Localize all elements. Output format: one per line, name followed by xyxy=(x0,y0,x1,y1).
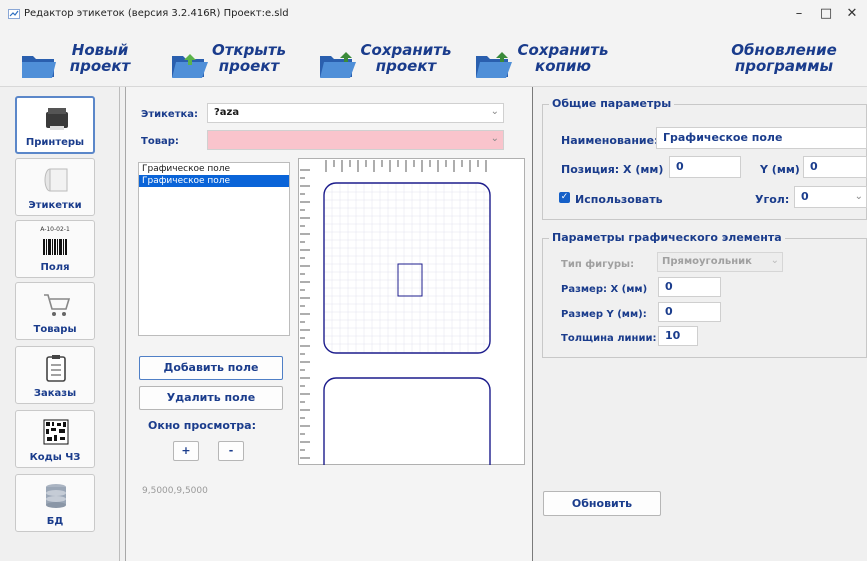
nav-fields-label: Поля xyxy=(40,262,70,273)
clipboard-icon xyxy=(46,355,66,382)
barcode-caption: A-10-02-1 xyxy=(40,226,70,233)
folder-open-icon xyxy=(172,54,208,78)
name-input[interactable]: Графическое поле xyxy=(656,127,867,149)
use-caption: Использовать xyxy=(575,193,663,206)
save-project-line1: Сохранить xyxy=(360,41,452,59)
pos-x-caption: Позиция: X (мм) xyxy=(561,163,664,176)
new-project-button[interactable]: Новый проект xyxy=(20,38,140,82)
zoom-out-button[interactable]: - xyxy=(218,441,244,461)
shape-caption: Тип фигуры: xyxy=(561,259,635,270)
list-item-selected[interactable]: Графическое поле xyxy=(139,175,289,187)
angle-value: 0 xyxy=(801,190,809,203)
nav-database[interactable]: БД xyxy=(15,474,95,532)
open-project-button[interactable]: Открыть проект xyxy=(170,38,295,82)
label-select-value: ?aza xyxy=(214,107,240,118)
nav-orders-label: Заказы xyxy=(33,388,77,399)
database-icon xyxy=(46,484,66,508)
add-field-button[interactable]: Добавить поле xyxy=(139,356,283,380)
size-x-caption: Размер: X (мм) xyxy=(561,284,648,295)
label-roll-icon xyxy=(44,168,68,192)
nav-codes-label: Коды ЧЗ xyxy=(29,452,81,463)
nav-orders[interactable]: Заказы xyxy=(15,346,95,404)
zoom-in-button[interactable]: + xyxy=(173,441,199,461)
product-select[interactable]: ⌄ xyxy=(207,130,504,150)
cursor-coords: 9,5000,9,5000 xyxy=(142,486,208,496)
open-project-line2: проект xyxy=(218,57,280,75)
save-copy-line2: копию xyxy=(535,57,591,75)
size-y-input[interactable]: 0 xyxy=(658,302,721,322)
field-list[interactable]: Графическое поле Графическое поле xyxy=(138,162,290,336)
save-copy-button[interactable]: Сохранить копию xyxy=(474,38,619,82)
barcode-icon xyxy=(43,239,67,255)
save-project-button[interactable]: Сохранить проект xyxy=(318,38,458,82)
chevron-down-icon: ⌄ xyxy=(490,106,499,117)
name-caption: Наименование: xyxy=(561,134,659,147)
open-project-line1: Открыть xyxy=(211,41,287,59)
nav-labels-label: Этикетки xyxy=(28,200,82,211)
nav-labels[interactable]: Этикетки xyxy=(15,158,95,216)
folder-copy-icon xyxy=(476,52,512,78)
save-copy-line1: Сохранить xyxy=(517,41,609,59)
new-project-line1: Новый xyxy=(71,41,129,59)
label-preview-canvas[interactable] xyxy=(298,158,525,465)
minimize-button[interactable]: – xyxy=(788,4,810,24)
nav-products-label: Товары xyxy=(33,324,77,335)
chevron-down-icon: ⌄ xyxy=(490,133,499,144)
pos-y-caption: Y (мм) xyxy=(760,163,800,176)
nav-products[interactable]: Товары xyxy=(15,282,95,340)
maximize-button[interactable]: □ xyxy=(815,4,837,24)
remove-field-button[interactable]: Удалить поле xyxy=(139,386,283,410)
nav-database-label: БД xyxy=(46,516,64,527)
list-item[interactable]: Графическое поле xyxy=(139,163,289,175)
graphic-params-title: Параметры графического элемента xyxy=(549,231,785,244)
line-width-caption: Толщина линии: xyxy=(561,333,657,344)
nav-fields[interactable]: A-10-02-1 Поля xyxy=(15,220,95,278)
chevron-down-icon: ⌄ xyxy=(770,255,779,266)
save-project-line2: проект xyxy=(375,57,437,75)
window-title: Редактор этикеток (версия 3.2.416R) Прое… xyxy=(24,8,289,19)
printer-icon xyxy=(46,108,68,130)
datamatrix-icon xyxy=(43,419,69,445)
refresh-button[interactable]: Обновить xyxy=(543,491,661,516)
preview-caption: Окно просмотра: xyxy=(148,419,256,432)
line-width-input[interactable]: 10 xyxy=(658,326,698,346)
new-project-line2: проект xyxy=(69,57,131,75)
title-bar: Редактор этикеток (версия 3.2.416R) Прое… xyxy=(0,0,867,28)
update-program-button[interactable]: Обновление программы xyxy=(724,38,844,82)
folder-icon xyxy=(22,56,56,78)
close-button[interactable]: ✕ xyxy=(841,4,863,24)
shape-select: Прямоугольник ⌄ xyxy=(657,252,783,272)
update-line1: Обновление xyxy=(731,41,837,59)
nav-printers[interactable]: Принтеры xyxy=(15,96,95,154)
shape-value: Прямоугольник xyxy=(662,256,752,267)
cart-icon xyxy=(44,294,71,316)
folder-save-icon xyxy=(320,52,356,78)
pos-x-input[interactable]: 0 xyxy=(669,156,741,178)
use-checkbox[interactable]: ✓ xyxy=(559,192,570,203)
app-icon xyxy=(8,9,20,19)
angle-caption: Угол: xyxy=(755,193,790,206)
label-select[interactable]: ?aza ⌄ xyxy=(207,103,504,123)
size-x-input[interactable]: 0 xyxy=(658,277,721,297)
pos-y-input[interactable]: 0 xyxy=(803,156,867,178)
chevron-down-icon: ⌄ xyxy=(854,191,863,202)
update-line2: программы xyxy=(734,57,834,75)
angle-select[interactable]: 0 ⌄ xyxy=(794,186,867,208)
label-caption: Этикетка: xyxy=(141,109,199,120)
nav-printers-label: Принтеры xyxy=(25,137,85,148)
general-params-title: Общие параметры xyxy=(549,97,675,110)
product-caption: Товар: xyxy=(141,136,179,147)
size-y-caption: Размер Y (мм): xyxy=(561,309,647,320)
nav-codes[interactable]: Коды ЧЗ xyxy=(15,410,95,468)
